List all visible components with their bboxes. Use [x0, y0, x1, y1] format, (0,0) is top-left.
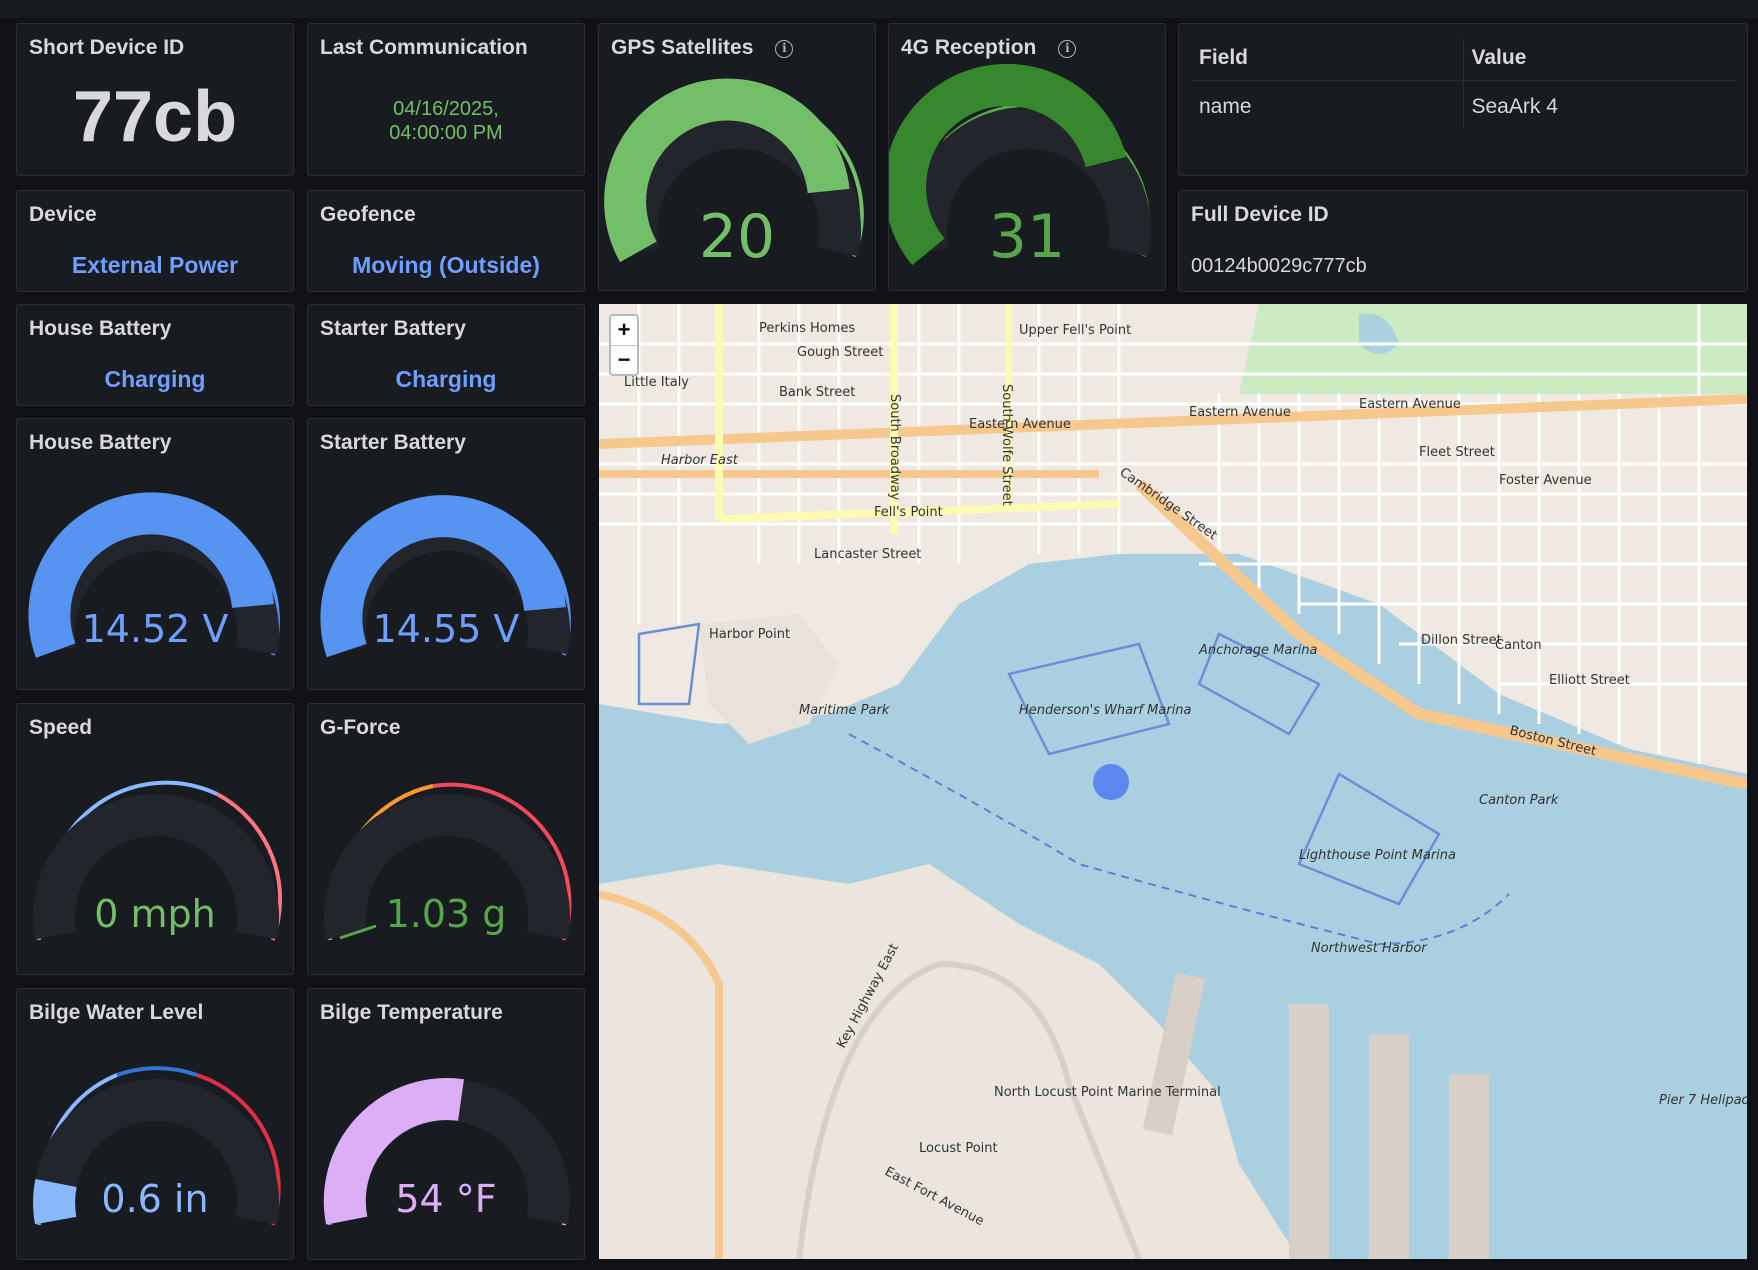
- device-panel: Device External Power: [16, 190, 294, 292]
- last-communication-panel: Last Communication 04/16/2025, 04:00:00 …: [307, 23, 585, 176]
- gforce-value: 1.03 g: [385, 892, 507, 936]
- map-label: Maritime Park: [799, 703, 890, 718]
- vessel-location-marker[interactable]: [1093, 764, 1129, 800]
- map-canvas[interactable]: Perkins Homes Gough Street Little Italy …: [599, 304, 1747, 1259]
- map-label: Eastern Avenue: [1189, 405, 1291, 420]
- short-device-id-panel: Short Device ID 77cb: [16, 23, 294, 176]
- last-communication-time: 04:00:00 PM: [389, 122, 503, 144]
- gps-value: 20: [698, 202, 776, 272]
- field-value-table-panel: Field Value name SeaArk 4: [1178, 23, 1748, 176]
- device-value: External Power: [71, 252, 239, 278]
- panel-title: Last Communication: [320, 36, 528, 59]
- bilge-water-panel: Bilge Water Level 0.6 in: [16, 988, 294, 1260]
- map-label: Locust Point: [919, 1141, 998, 1156]
- map-park-green: [1239, 304, 1747, 394]
- panel-title: House Battery: [29, 317, 172, 340]
- geofence-panel: Geofence Moving (Outside): [307, 190, 585, 292]
- map-zoom-control: + −: [609, 314, 639, 376]
- map-label: South Wolfe Street: [999, 384, 1014, 506]
- map-label: Canton: [1495, 638, 1542, 653]
- house-battery-gauge-panel: House Battery 14.52 V: [16, 418, 294, 690]
- bilge-temperature-panel: Bilge Temperature 54 °F: [307, 988, 585, 1260]
- map-label: Bank Street: [779, 385, 855, 400]
- map-panel[interactable]: Perkins Homes Gough Street Little Italy …: [599, 304, 1747, 1259]
- starter-battery-status-panel: Starter Battery Charging: [307, 304, 585, 406]
- map-label: Perkins Homes: [759, 321, 855, 336]
- map-label: Harbor Point: [709, 627, 790, 642]
- speed-value: 0 mph: [94, 892, 216, 936]
- gforce-panel: G-Force 1.03 g: [307, 703, 585, 975]
- map-label: Foster Avenue: [1499, 473, 1592, 488]
- starter-battery-gauge-panel: Starter Battery 14.55 V: [307, 418, 585, 690]
- table-cell-value: SeaArk 4: [1462, 80, 1737, 129]
- house-battery-status-value: Charging: [104, 366, 206, 392]
- reception-value: 31: [988, 202, 1066, 272]
- field-value-table: Field Value name SeaArk 4: [1191, 38, 1737, 129]
- panel-title: Device: [29, 203, 97, 226]
- map-label: Canton Park: [1479, 793, 1559, 808]
- column-header-field[interactable]: Field: [1191, 38, 1463, 81]
- map-label: Dillon Street: [1421, 633, 1502, 648]
- table-header-row: Field Value: [1191, 38, 1737, 81]
- gps-satellites-panel: GPS Satellites i 20: [598, 23, 876, 291]
- map-label: Fell's Point: [874, 505, 943, 520]
- full-device-id-value: 00124b0029c777cb: [1191, 255, 1367, 277]
- map-label: Lancaster Street: [814, 547, 921, 562]
- full-device-id-panel: Full Device ID 00124b0029c777cb: [1178, 190, 1748, 292]
- starter-battery-status-value: Charging: [395, 366, 497, 392]
- bilge-temperature-value: 54 °F: [395, 1177, 497, 1221]
- map-label: Fleet Street: [1419, 445, 1495, 460]
- map-label: Little Italy: [624, 375, 689, 390]
- map-label: South Broadway: [887, 394, 902, 501]
- starter-battery-value: 14.55 V: [372, 607, 520, 651]
- 4g-reception-panel: 4G Reception i 31: [888, 23, 1166, 291]
- panel-title: Starter Battery: [320, 317, 466, 340]
- geofence-value: Moving (Outside): [352, 252, 540, 278]
- map-label: Anchorage Marina: [1198, 643, 1318, 658]
- panel-title: Full Device ID: [1191, 203, 1329, 226]
- map-label: Gough Street: [797, 345, 883, 360]
- map-label: Pier 7 Helipad: [1659, 1093, 1747, 1108]
- last-communication-date: 04/16/2025,: [393, 98, 499, 120]
- map-label: Henderson's Wharf Marina: [1019, 703, 1192, 718]
- map-label: North Locust Point Marine Terminal: [994, 1085, 1221, 1100]
- map-label: Harbor East: [661, 453, 739, 468]
- map-label: Eastern Avenue: [969, 417, 1071, 432]
- house-battery-status-panel: House Battery Charging: [16, 304, 294, 406]
- top-bar: [0, 0, 1758, 18]
- panel-title: Geofence: [320, 203, 416, 226]
- table-cell-field: name: [1199, 95, 1252, 118]
- zoom-in-button[interactable]: +: [611, 316, 637, 345]
- map-label: Lighthouse Point Marina: [1299, 848, 1456, 863]
- panel-title: Short Device ID: [29, 36, 185, 59]
- map-label: Upper Fell's Point: [1019, 323, 1131, 338]
- map-label: Eastern Avenue: [1359, 397, 1461, 412]
- short-device-id-value: 77cb: [72, 77, 238, 157]
- map-label: Northwest Harbor: [1311, 941, 1428, 956]
- table-row: name SeaArk 4: [1191, 80, 1737, 129]
- gauge-threshold-arc-blue: [116, 1066, 198, 1077]
- map-label: Elliott Street: [1549, 673, 1630, 688]
- speed-panel: Speed 0 mph: [16, 703, 294, 975]
- bilge-water-value: 0.6 in: [101, 1177, 209, 1221]
- column-header-value[interactable]: Value: [1462, 38, 1737, 81]
- house-battery-value: 14.52 V: [81, 607, 229, 651]
- zoom-out-button[interactable]: −: [611, 345, 637, 374]
